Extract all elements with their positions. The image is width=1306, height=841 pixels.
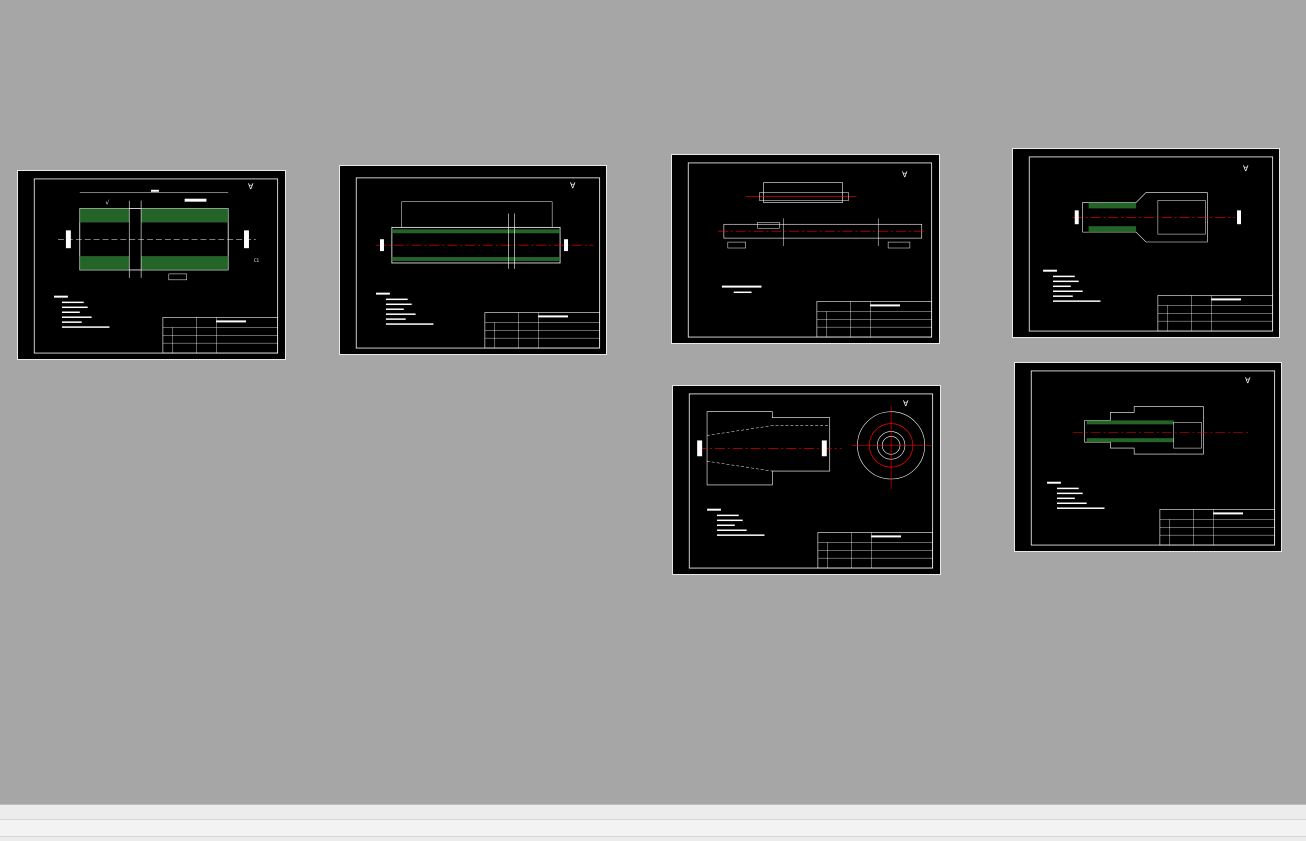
sheet-3-graphics: ∀: [687, 162, 933, 338]
drawing-sheet-1[interactable]: √ ∀ C1: [17, 170, 286, 360]
svg-text:∀: ∀: [1243, 164, 1249, 173]
svg-text:C1: C1: [254, 258, 260, 263]
sheet-6-graphics: ∀: [1030, 370, 1276, 546]
drawing-canvas[interactable]: √ ∀ C1 ∀ ∀ ∀ ∀ ∀: [0, 0, 1306, 804]
drawing-sheet-6[interactable]: ∀: [1014, 362, 1282, 552]
sheet-2-graphics: ∀: [355, 177, 601, 349]
sheet-4-graphics: ∀: [1028, 156, 1274, 332]
drawing-sheet-2[interactable]: ∀: [339, 165, 607, 355]
svg-text:∀: ∀: [570, 181, 576, 190]
svg-text:∀: ∀: [903, 399, 909, 408]
svg-text:∀: ∀: [902, 170, 908, 179]
drawing-sheet-5[interactable]: ∀: [672, 385, 941, 575]
svg-text:∀: ∀: [1245, 376, 1251, 385]
sheet-5-graphics: ∀: [688, 393, 934, 569]
status-bar: [0, 804, 1306, 841]
sheet-1-graphics: √ ∀ C1: [33, 178, 279, 354]
drawing-sheet-3[interactable]: ∀: [671, 154, 940, 344]
drawing-sheet-4[interactable]: ∀: [1012, 148, 1280, 338]
svg-text:∀: ∀: [248, 182, 254, 191]
horizontal-scrollbar[interactable]: [0, 819, 1306, 837]
svg-text:√: √: [105, 200, 109, 207]
